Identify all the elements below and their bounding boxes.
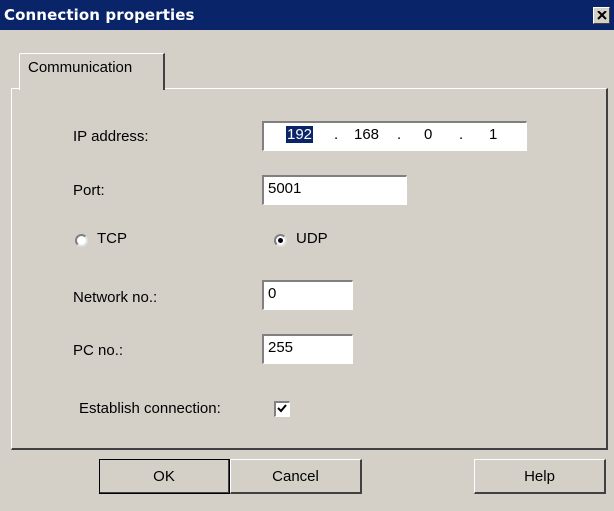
help-button-label: Help [524,467,555,485]
help-button[interactable]: Help [474,459,606,494]
tab-panel [11,88,608,450]
ok-button-label: OK [153,467,175,485]
connection-properties-dialog: Connection properties Communication IP a… [0,0,614,511]
cancel-button-label: Cancel [272,467,319,485]
close-button[interactable] [593,7,610,24]
tab-communication[interactable]: Communication [19,53,165,90]
tab-communication-label: Communication [28,59,133,76]
cancel-button[interactable]: Cancel [230,459,362,494]
close-icon [596,11,607,20]
window-title: Connection properties [4,6,195,24]
ok-button[interactable]: OK [99,459,230,494]
title-bar[interactable]: Connection properties [0,0,614,30]
